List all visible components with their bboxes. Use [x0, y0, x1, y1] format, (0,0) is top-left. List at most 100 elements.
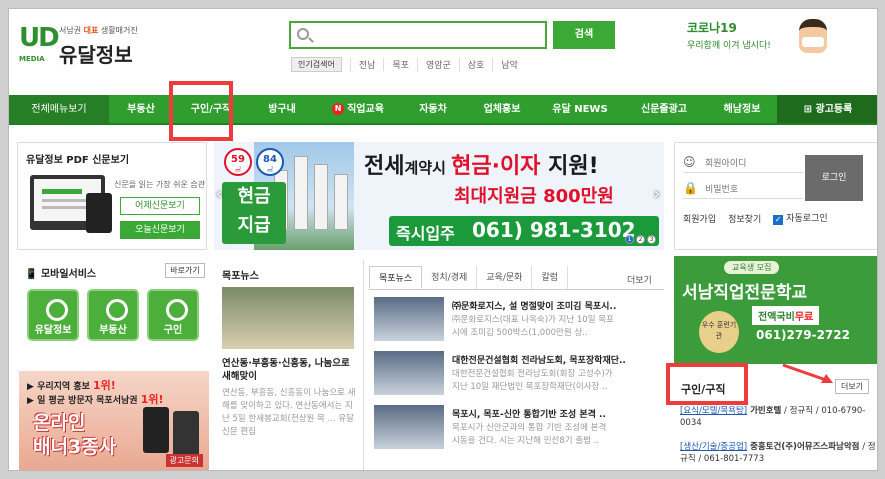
news-list-item[interactable]: 대한전문건설협회 전라남도회, 목포장학재단.. 대한전문건설협회 전라남도회(… — [374, 351, 664, 397]
tab-column[interactable]: 칼럼 — [532, 266, 568, 289]
job-company: 가빈호텔 — [747, 406, 782, 416]
size-unit: ㎡ — [234, 167, 241, 174]
signup-link[interactable]: 회원가입 — [683, 212, 716, 225]
nav-rooms[interactable]: 방구내 — [249, 95, 315, 123]
school-sub-post: 무료 — [794, 312, 814, 323]
site-logo[interactable]: UD MEDIA 서남권 대표 생활매거진 유달정보 — [19, 21, 159, 71]
nav-cars[interactable]: 자동차 — [401, 95, 465, 123]
size-unit: ㎡ — [266, 167, 273, 174]
carousel-dots: 1 2 3 — [625, 235, 656, 244]
popular-label: 인기검색어 — [291, 57, 342, 72]
user-icon: ☺ — [683, 155, 696, 169]
carousel-dot[interactable]: 3 — [647, 235, 656, 244]
popular-keyword[interactable]: 영암군 — [416, 58, 459, 71]
user-id-input[interactable] — [705, 155, 801, 171]
login-links: 회원가입 정보찾기 ✓ 자동로그인 — [683, 211, 828, 225]
cash-line1: 현금 — [237, 186, 271, 207]
page-frame: UD MEDIA 서남권 대표 생활매거진 유달정보 검색 인기검색어 전남 목… — [8, 8, 878, 471]
size-badge-84: 84 ㎡ — [256, 148, 284, 176]
news-thumbnail — [374, 297, 444, 341]
mokpo-headline[interactable]: 연산동·부흥동·신흥동, 나눔으로 새해맞이 — [222, 357, 358, 383]
nav-classified-ads[interactable]: 신문줄광고 — [621, 95, 707, 123]
carousel-dot[interactable]: 2 — [636, 235, 645, 244]
masked-person-illustration — [799, 19, 827, 53]
auto-login-checkbox[interactable]: ✓ 자동로그인 — [773, 211, 828, 225]
news-desc-line: 시에 조미김 500박스(1,000만원 상.. — [452, 328, 588, 338]
search-button[interactable]: 검색 — [553, 21, 615, 49]
job-list-item[interactable]: [요식/모텔/목욕탕] 가빈호텔 / 정규직 / 010-6790-0034 — [680, 405, 877, 429]
logo-tag-em: 대표 — [83, 26, 99, 35]
lock-icon: 🔒 — [683, 181, 698, 195]
popular-keyword[interactable]: 삼호 — [458, 58, 493, 71]
tablet-icon — [86, 193, 112, 233]
job-list-item[interactable]: [생산/기술/중공업] 중흥토건(주)어뮤즈스파남악점 / 정규직 / 061-… — [680, 441, 877, 465]
carousel-next-icon[interactable]: › — [654, 184, 660, 203]
tab-mokpo-news[interactable]: 목포뉴스 — [369, 266, 423, 289]
nav-haenam-info[interactable]: 해남정보 — [707, 95, 777, 123]
tab-politics-economy[interactable]: 정치/경제 — [422, 266, 478, 289]
ad-big1: 온라인 — [33, 412, 86, 434]
app-icon-udal[interactable]: 유달정보 — [27, 289, 79, 341]
mobile-service-title: 📱 모바일서비스 — [25, 265, 96, 280]
search-input[interactable] — [317, 26, 537, 44]
news-item-desc: ㈜문화로지스(대표 나옥숙)가 지난 10일 목포시에 조미김 500박스(1,… — [452, 314, 662, 340]
main-banner-carousel[interactable]: 59 ㎡ 84 ㎡ 현금 지급 전세계약시 현금·이자 지원! 최대지원금 800만원… — [214, 142, 664, 250]
ad-big2: 배너3종사 — [33, 436, 117, 458]
banner-move-in: 즉시입주 — [396, 224, 455, 243]
find-info-link[interactable]: 정보찾기 — [728, 212, 761, 225]
corona-banner[interactable]: 코로나19 우리함께 이겨 냅시다! — [687, 19, 827, 59]
news-desc-line: 시동을 건다. 시는 지난해 민선8기 출범 .. — [452, 436, 600, 446]
online-banner-ad[interactable]: ▶ 우리지역 홍보 1위! ▶ 일 평균 방문자 목포서남권 1위! 온라인 배너… — [19, 371, 209, 470]
nav-real-estate[interactable]: 부동산 — [109, 95, 173, 123]
nav-news[interactable]: 유달 NEWS — [539, 95, 621, 123]
news-desc-line: ㈜문화로지스(대표 나옥숙)가 지난 10일 목포 — [452, 315, 614, 325]
news-more-link[interactable]: 더보기 — [627, 273, 652, 286]
school-name: 서남직업전문학교 — [682, 283, 808, 303]
popular-keyword[interactable]: 목포 — [383, 58, 417, 71]
banner-subtitle: 최대지원금 800만원 — [454, 186, 614, 207]
pdf-title: 유달정보 PDF 신문보기 — [26, 155, 130, 166]
app-icon-jobs[interactable]: 구인 — [147, 289, 199, 341]
ad-inquiry-button[interactable]: 광고문의 — [165, 454, 203, 467]
mask-icon — [802, 37, 824, 47]
popular-keyword[interactable]: 남악 — [492, 58, 526, 71]
news-item-title: 목포시, 목포-신안 통합기반 조성 본격 .. — [452, 410, 606, 420]
jobs-more-button[interactable]: 더보기 — [835, 379, 869, 394]
login-panel: ☺ 🔒 로그인 회원가입 정보찾기 ✓자동로그인 — [674, 142, 877, 250]
school-pill: 교육생 모집 — [724, 261, 780, 274]
password-input[interactable] — [705, 181, 801, 197]
headline-small: 계약시 — [404, 159, 452, 177]
nav-business-promo[interactable]: 업체홍보 — [465, 95, 539, 123]
job-category[interactable]: [생산/기술/중공업] — [680, 442, 747, 452]
today-paper-button[interactable]: 오늘신문보기 — [120, 221, 200, 239]
nav-all-menu[interactable]: 전체메뉴보기 — [9, 95, 109, 123]
news-list-item[interactable]: ㈜문화로지스, 설 명절맞이 조미김 목포시.. ㈜문화로지스(대표 나옥숙)가… — [374, 297, 664, 343]
popular-keyword[interactable]: 전남 — [349, 58, 384, 71]
logo-tagline: 서남권 대표 생활매거진 — [59, 25, 138, 36]
phone-icon: 📱 — [25, 269, 41, 280]
school-banner-ad[interactable]: 교육생 모집 서남직업전문학교 우수 훈련기관 전액국비무료 061)279-2… — [674, 256, 877, 364]
nav-vocational-edu[interactable]: N 직업교육 — [315, 95, 401, 123]
job-category[interactable]: [요식/모텔/목욕탕] — [680, 406, 747, 416]
tab-education-culture[interactable]: 교육/문화 — [477, 266, 533, 289]
mobile-shortcut-button[interactable]: 바로가기 — [165, 263, 205, 278]
ad-line2-pre: 일 평균 방문자 목포서남권 — [37, 396, 141, 406]
pdf-newspaper-panel: 유달정보 PDF 신문보기 신문을 읽는 가장 쉬운 습관 어제신문보기 오늘신… — [17, 142, 207, 250]
school-phone: 061)279-2722 — [756, 328, 850, 342]
nav-ad-register[interactable]: ⊞ 광고등록 — [777, 95, 877, 123]
carousel-dot[interactable]: 1 — [625, 235, 634, 244]
auto-login-label: 자동로그인 — [786, 214, 828, 224]
highlight-box-jobs — [666, 363, 748, 405]
carousel-prev-icon[interactable]: ‹ — [216, 184, 222, 203]
news-photo[interactable] — [222, 287, 354, 349]
news-desc-line: 대한전문건설협회 전라남도회(회장 고성수)가 — [452, 369, 613, 379]
main-nav: 전체메뉴보기 부동산 구인/구직 방구내 N 직업교육 자동차 업체홍보 유달 N… — [9, 95, 877, 125]
app-icon-realestate[interactable]: 부동산 — [87, 289, 139, 341]
news-item-title: 대한전문건설협회 전라남도회, 목포장학재단.. — [452, 356, 626, 366]
phone-illustration — [173, 411, 199, 457]
highlight-box-nav — [169, 81, 233, 141]
yesterday-paper-button[interactable]: 어제신문보기 — [120, 197, 200, 215]
login-pw-row: 🔒 — [683, 179, 803, 199]
login-button[interactable]: 로그인 — [805, 155, 863, 201]
news-list-item[interactable]: 목포시, 목포-신안 통합기반 조성 본격 .. 목포시가 신안군과의 통합 기… — [374, 405, 664, 451]
